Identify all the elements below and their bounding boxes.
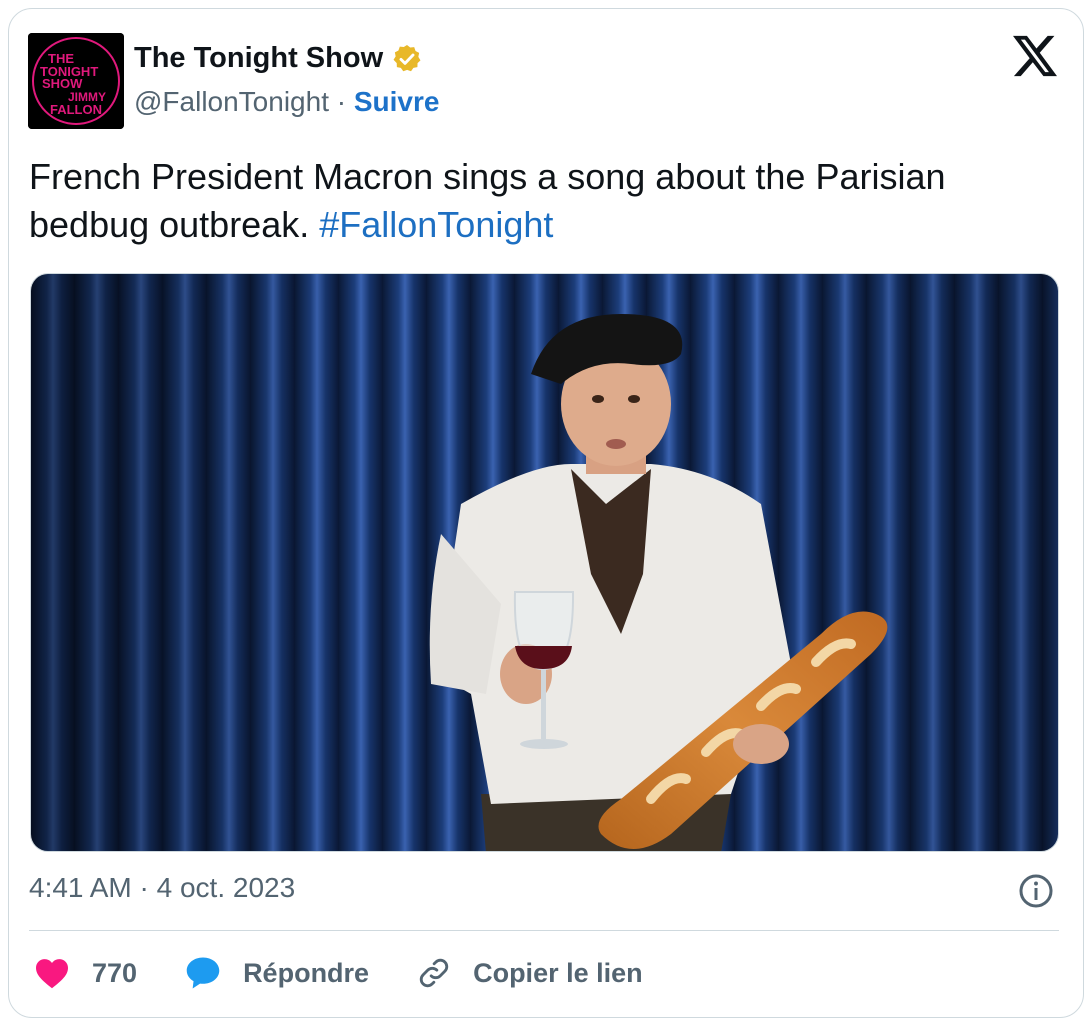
copy-link-button[interactable]: Copier le lien [417, 956, 643, 990]
verified-badge-icon [393, 44, 421, 71]
tweet-media[interactable] [30, 273, 1059, 852]
account-handle[interactable]: @FallonTonight [134, 86, 329, 117]
avatar-text-5: FALLON [50, 102, 102, 117]
avatar-logo: THE TONIGHT SHOW JIMMY FALLON [28, 33, 124, 129]
reply-label: Répondre [243, 957, 370, 988]
account-name-row: The Tonight Show [134, 42, 423, 75]
follow-button[interactable]: Suivre [354, 86, 440, 117]
reply-button[interactable]: Répondre [185, 956, 369, 990]
hashtag-link[interactable]: #FallonTonight [319, 204, 553, 245]
avatar[interactable]: THE TONIGHT SHOW JIMMY FALLON [28, 33, 124, 129]
handle-separator: · [328, 86, 354, 117]
like-count: 770 [92, 957, 138, 988]
account-name[interactable]: The Tonight Show [134, 42, 383, 75]
meta-separator: · [131, 872, 157, 903]
link-icon [419, 958, 449, 988]
x-logo-icon[interactable] [1013, 35, 1057, 77]
heart-icon [36, 959, 68, 989]
speech-bubble-icon [186, 957, 220, 989]
timestamp[interactable]: 4:41 AM · 4 oct. 2023 [29, 872, 295, 904]
tweet-date: 4 oct. 2023 [156, 872, 296, 903]
action-bar: 770 Répondre Copier le lien [34, 950, 691, 996]
copy-link-label: Copier le lien [473, 957, 643, 988]
tweet-text: French President Macron sings a song abo… [29, 153, 1059, 249]
avatar-text-3: SHOW [42, 76, 83, 91]
divider [29, 930, 1059, 931]
info-icon[interactable] [1018, 873, 1054, 909]
video-still-image [31, 274, 1058, 851]
like-button[interactable]: 770 [34, 957, 137, 989]
handle-row: @FallonTonight · Suivre [134, 86, 439, 118]
tweet-time: 4:41 AM [29, 872, 132, 903]
